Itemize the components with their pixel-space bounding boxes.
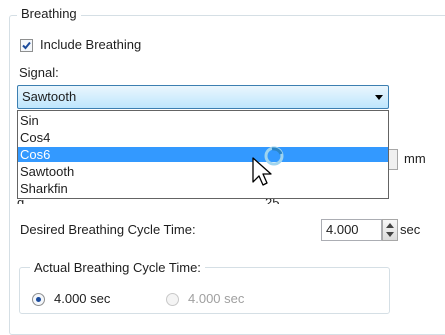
actual-cycle-radio-2 bbox=[166, 293, 179, 306]
actual-cycle-radio-1[interactable] bbox=[32, 293, 45, 306]
dropdown-option-cos6[interactable]: Cos6 bbox=[18, 147, 388, 162]
sec-unit-label: sec bbox=[400, 222, 421, 237]
checkmark-icon bbox=[22, 41, 31, 50]
chevron-down-icon bbox=[375, 95, 383, 100]
actual-cycle-title: Actual Breathing Cycle Time: bbox=[30, 259, 205, 277]
spin-down-icon[interactable] bbox=[386, 232, 394, 237]
include-breathing-checkbox[interactable] bbox=[20, 39, 33, 52]
actual-cycle-radio-2-label: 4.000 sec bbox=[188, 291, 245, 306]
desired-cycle-input[interactable]: 4.000 bbox=[321, 219, 382, 241]
signal-combobox[interactable]: Sawtooth bbox=[17, 85, 389, 109]
desired-cycle-spinner[interactable] bbox=[382, 219, 398, 241]
mm-unit-label: mm bbox=[404, 151, 426, 166]
signal-selected-value: Sawtooth bbox=[22, 89, 77, 104]
dropdown-option-sin[interactable]: Sin bbox=[18, 113, 388, 128]
dropdown-option-sawtooth[interactable]: Sawtooth bbox=[18, 164, 388, 179]
desired-cycle-label: Desired Breathing Cycle Time: bbox=[20, 222, 196, 237]
signal-label: Signal: bbox=[19, 65, 59, 80]
obscured-spinner[interactable] bbox=[388, 149, 398, 170]
actual-cycle-radio-1-label[interactable]: 4.000 sec bbox=[54, 290, 110, 308]
desired-cycle-value: 4.000 bbox=[326, 222, 359, 237]
dropdown-option-sharkfin[interactable]: Sharkfin bbox=[18, 181, 388, 196]
include-breathing-label[interactable]: Include Breathing bbox=[40, 36, 141, 54]
signal-dropdown-list: Sin Cos4 Cos6 Sawtooth Sharkfin bbox=[17, 110, 389, 199]
dropdown-option-cos4[interactable]: Cos4 bbox=[18, 130, 388, 145]
breathing-group-title: Breathing bbox=[17, 5, 81, 23]
busy-arrow-cursor-icon bbox=[252, 146, 284, 186]
spin-up-icon[interactable] bbox=[386, 223, 394, 228]
